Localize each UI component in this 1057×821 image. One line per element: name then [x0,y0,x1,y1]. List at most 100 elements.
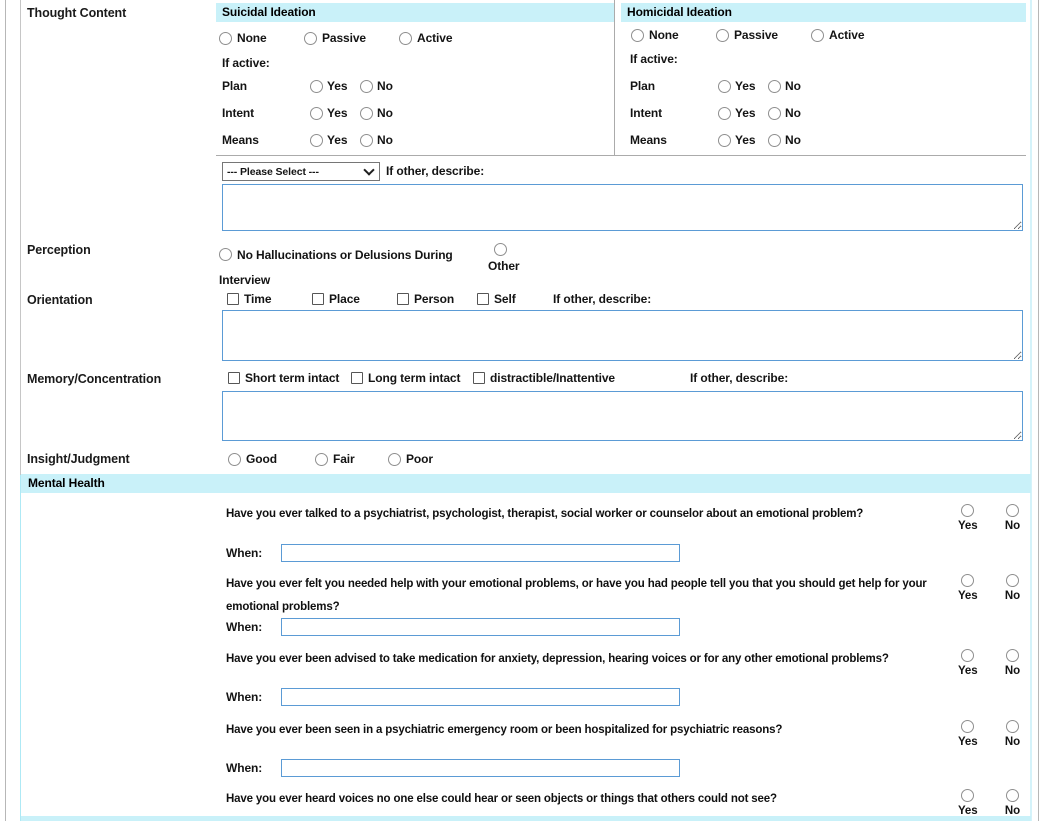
orientation-describe-textarea[interactable] [222,310,1023,361]
radio-icon[interactable] [768,80,781,93]
homicidal-option-active[interactable]: Active [811,28,864,42]
memory-option-short-term[interactable]: Short term intact [228,371,351,385]
radio-icon[interactable] [718,107,731,120]
radio-icon[interactable] [961,504,974,517]
option-label: distractible/Inattentive [490,371,615,385]
no-option[interactable]: No [1005,504,1020,532]
radio-icon[interactable] [1006,789,1019,802]
radio-icon[interactable] [310,80,323,93]
radio-icon[interactable] [388,453,401,466]
radio-icon[interactable] [768,134,781,147]
radio-icon[interactable] [1006,574,1019,587]
suicidal-option-passive[interactable]: Passive [304,31,399,45]
plan-no[interactable]: No [360,79,410,93]
radio-icon[interactable] [228,453,241,466]
mh-when-3-input[interactable] [281,688,680,706]
radio-icon[interactable] [315,453,328,466]
intent-yes[interactable]: Yes [310,106,360,120]
radio-icon[interactable] [310,107,323,120]
orientation-option-time[interactable]: Time [227,292,312,306]
no-label: No [785,79,801,93]
insight-label: Insight/Judgment [27,452,130,466]
perception-option-other[interactable]: Other [488,243,520,273]
radio-icon[interactable] [1006,504,1019,517]
radio-icon[interactable] [716,29,729,42]
radio-icon[interactable] [219,32,232,45]
mh-when-1-input[interactable] [281,544,680,562]
radio-icon[interactable] [1006,649,1019,662]
option-label: Passive [734,28,778,42]
radio-icon[interactable] [1006,720,1019,733]
checkbox-icon[interactable] [227,293,239,305]
means-yes[interactable]: Yes [310,133,360,147]
radio-icon[interactable] [961,789,974,802]
memory-describe-textarea[interactable] [222,391,1023,441]
means-no[interactable]: No [768,133,818,147]
memory-option-distractible[interactable]: distractible/Inattentive [473,371,645,385]
no-label: No [1005,590,1020,602]
intent-no[interactable]: No [768,106,818,120]
radio-icon[interactable] [718,134,731,147]
memory-option-long-term[interactable]: Long term intact [351,371,473,385]
plan-label: Plan [630,79,718,93]
no-label: No [1005,665,1020,677]
yes-option[interactable]: Yes [958,649,978,677]
homicidal-option-passive[interactable]: Passive [716,28,811,42]
mh-when-4-input[interactable] [281,759,680,777]
radio-icon[interactable] [304,32,317,45]
radio-icon[interactable] [961,574,974,587]
checkbox-icon[interactable] [351,372,363,384]
yes-option[interactable]: Yes [958,789,978,817]
radio-icon[interactable] [718,80,731,93]
radio-icon[interactable] [310,134,323,147]
intent-yes[interactable]: Yes [718,106,768,120]
checkbox-icon[interactable] [397,293,409,305]
thought-content-describe-textarea[interactable] [222,184,1023,231]
mh-when-2-input[interactable] [281,618,680,636]
yes-option[interactable]: Yes [958,720,978,748]
radio-icon[interactable] [360,80,373,93]
perception-label: Perception [27,243,91,257]
insight-option-poor[interactable]: Poor [388,452,433,466]
homicidal-option-none[interactable]: None [631,28,716,42]
radio-icon[interactable] [360,107,373,120]
radio-icon[interactable] [768,107,781,120]
thought-content-select[interactable]: --- Please Select --- [222,162,380,181]
no-option[interactable]: No [1005,789,1020,817]
orientation-option-self[interactable]: Self [477,292,553,306]
plan-yes[interactable]: Yes [310,79,360,93]
no-option[interactable]: No [1005,649,1020,677]
checkbox-icon[interactable] [473,372,485,384]
suicidal-option-none[interactable]: None [219,31,304,45]
orientation-option-place[interactable]: Place [312,292,397,306]
radio-icon[interactable] [811,29,824,42]
radio-icon[interactable] [631,29,644,42]
means-no[interactable]: No [360,133,410,147]
no-option[interactable]: No [1005,720,1020,748]
radio-icon[interactable] [494,243,507,256]
plan-yes[interactable]: Yes [718,79,768,93]
radio-icon[interactable] [961,649,974,662]
radio-icon[interactable] [360,134,373,147]
radio-icon[interactable] [219,248,232,261]
yes-option[interactable]: Yes [958,574,978,602]
no-option[interactable]: No [1005,574,1020,602]
plan-no[interactable]: No [768,79,818,93]
suicidal-option-active[interactable]: Active [399,31,452,45]
checkbox-icon[interactable] [228,372,240,384]
checkbox-icon[interactable] [477,293,489,305]
radio-icon[interactable] [961,720,974,733]
yes-option[interactable]: Yes [958,504,978,532]
means-yes[interactable]: Yes [718,133,768,147]
suicidal-means-row: Means Yes No [222,133,410,147]
insight-option-good[interactable]: Good [228,452,315,466]
orientation-option-person[interactable]: Person [397,292,477,306]
perception-option-no-hallucinations[interactable]: No Hallucinations or Delusions During In… [219,243,501,293]
intent-no[interactable]: No [360,106,410,120]
yes-label: Yes [327,79,347,93]
insight-option-fair[interactable]: Fair [315,452,388,466]
radio-icon[interactable] [399,32,412,45]
mental-health-header: Mental Health [21,474,1031,493]
mh-question-2-yes-no: Yes No [958,574,1020,602]
checkbox-icon[interactable] [312,293,324,305]
